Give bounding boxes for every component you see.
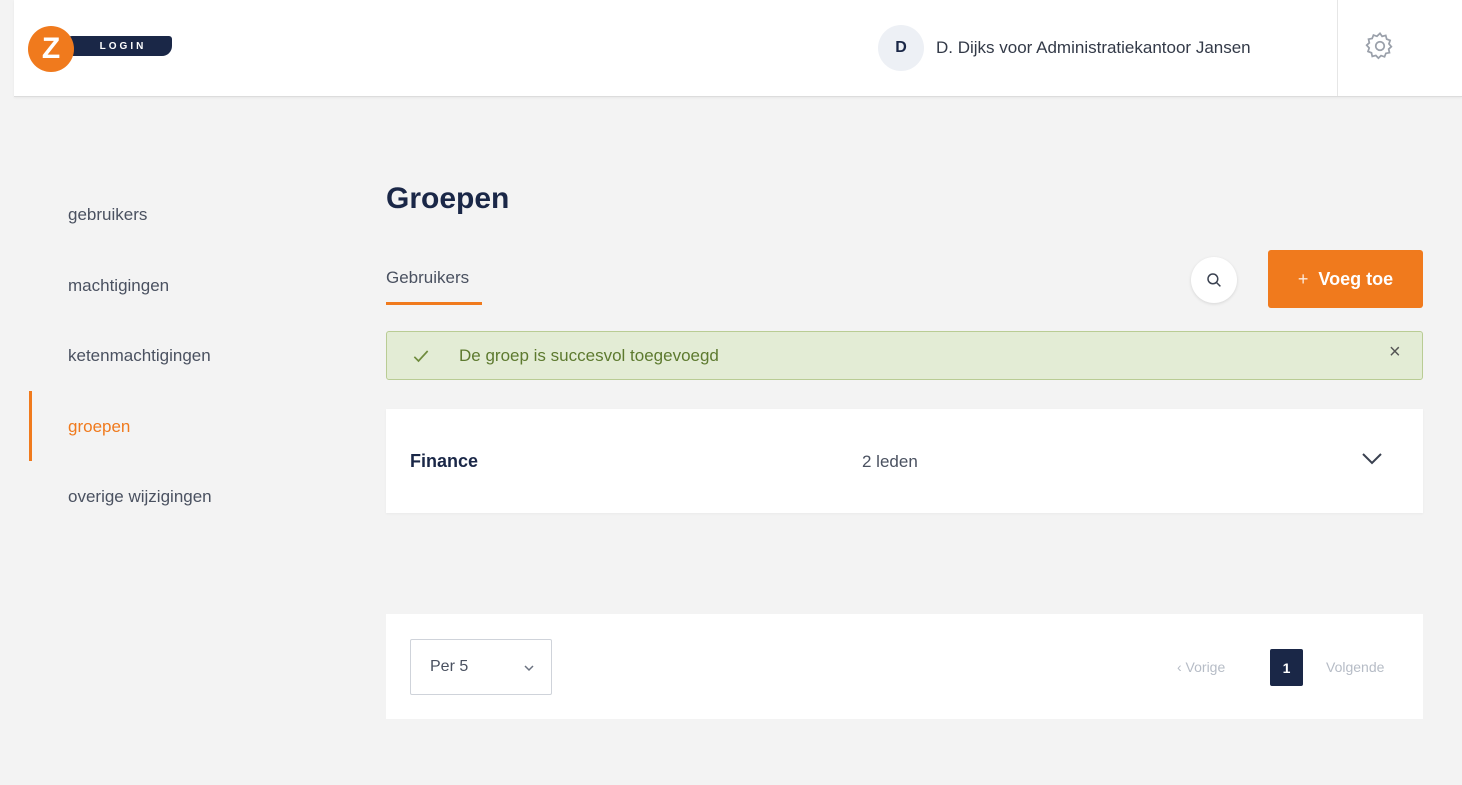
group-member-count: 2 leden: [862, 452, 918, 471]
user-name[interactable]: D. Dijks voor Administratiekantoor Janse…: [936, 38, 1251, 58]
per-page-select[interactable]: Per 5: [410, 639, 552, 695]
tab-gebruikers[interactable]: Gebruikers: [386, 268, 469, 288]
check-icon: [413, 350, 429, 363]
sidebar-item-gebruikers[interactable]: gebruikers: [68, 205, 147, 225]
search-button[interactable]: [1191, 257, 1237, 303]
sidebar-item-machtigingen[interactable]: machtigingen: [68, 276, 169, 296]
search-icon: [1207, 273, 1221, 287]
next-page-link[interactable]: Volgende: [1326, 659, 1384, 675]
logo-badge: Z: [28, 26, 74, 72]
header-divider: [1337, 0, 1338, 96]
zlogin-logo[interactable]: LOGIN Z: [28, 26, 188, 72]
active-tab-underline: [386, 302, 482, 305]
avatar[interactable]: D: [878, 25, 924, 71]
success-alert: De groep is succesvol toegevoegd ×: [386, 331, 1423, 380]
group-name: Finance: [410, 451, 479, 471]
add-group-button[interactable]: + Voeg toe: [1268, 250, 1423, 308]
previous-page-link[interactable]: ‹ Vorige: [1177, 659, 1225, 675]
pagination-bar: Per 5 ‹ Vorige 1 Volgende: [386, 614, 1423, 719]
per-page-value: Per 5: [430, 658, 469, 675]
active-nav-indicator: [29, 391, 32, 461]
chevron-down-icon[interactable]: [1360, 451, 1384, 467]
alert-message: De groep is succesvol toegevoegd: [459, 346, 719, 365]
gear-icon[interactable]: [1364, 30, 1396, 62]
top-header: LOGIN Z D D. Dijks voor Administratiekan…: [14, 0, 1462, 97]
plus-icon: +: [1297, 268, 1309, 289]
page-title: Groepen: [386, 182, 510, 215]
close-icon[interactable]: ×: [1389, 341, 1401, 364]
group-row-finance[interactable]: Finance 2 leden: [386, 409, 1423, 513]
page-number-current[interactable]: 1: [1270, 649, 1303, 686]
add-button-label: Voeg toe: [1318, 268, 1394, 289]
sidebar-item-ketenmachtigingen[interactable]: ketenmachtigingen: [68, 346, 211, 366]
chevron-down-icon: [524, 665, 534, 672]
sidebar-item-overige-wijzigingen[interactable]: overige wijzigingen: [68, 487, 212, 507]
sidebar-item-groepen[interactable]: groepen: [68, 417, 130, 437]
logo-wordmark: LOGIN: [62, 36, 172, 56]
